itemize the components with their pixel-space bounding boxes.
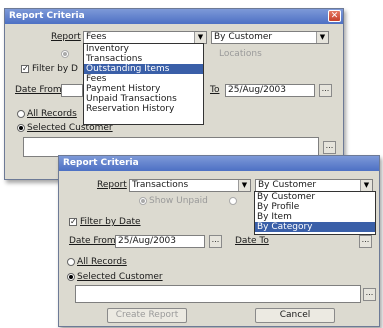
filter-label: Filter by D	[32, 64, 78, 74]
menu-item[interactable]: By Profile	[255, 202, 375, 212]
customer-box[interactable]	[23, 137, 319, 157]
menu-item[interactable]: Payment History	[84, 84, 203, 94]
date-to-label: Date To	[235, 236, 269, 246]
report-type-menu[interactable]: Inventory Transactions Outstanding Items…	[83, 43, 204, 125]
filter-by-date-checkbox[interactable]: ✓	[69, 218, 77, 226]
selected-customer-radio[interactable]	[67, 273, 75, 281]
all-records-label: All Records	[77, 257, 127, 267]
menu-item[interactable]: Transactions	[84, 54, 203, 64]
report-label: Report	[51, 32, 81, 42]
close-icon[interactable]: ✕	[328, 10, 341, 22]
hidden-option-label: Locations	[219, 49, 262, 59]
customer-box[interactable]	[75, 285, 361, 303]
menu-item[interactable]: Reservation History	[84, 104, 203, 114]
sort-select[interactable]: By Customer ▼	[211, 31, 329, 44]
summary-label: Show Unpaid	[149, 196, 208, 206]
title-bar: Report Criteria	[59, 156, 379, 171]
menu-item-selected[interactable]: Outstanding Items	[84, 64, 203, 74]
summary-radio	[61, 50, 69, 58]
report-label: Report	[97, 180, 127, 190]
date-to-picker-button[interactable]: ...	[359, 235, 372, 248]
dialog-title: Report Criteria	[9, 11, 85, 21]
customer-picker-button[interactable]: ...	[323, 141, 336, 154]
menu-item[interactable]: By Customer	[255, 192, 375, 202]
to-label: To	[210, 85, 220, 95]
date-from-label: Date From	[15, 85, 62, 95]
menu-item[interactable]: Inventory	[84, 44, 203, 54]
report-criteria-dialog-front: Report Criteria Report Transactions ▼ By…	[58, 155, 380, 327]
date-from-field[interactable]: 25/Aug/2003	[115, 235, 205, 248]
selected-customer-label: Selected Customer	[77, 272, 163, 282]
detail-radio	[229, 197, 237, 205]
chevron-down-icon[interactable]: ▼	[316, 32, 328, 43]
date-to-field[interactable]: 25/Aug/2003	[225, 84, 315, 97]
date-from-label: Date From	[69, 236, 116, 246]
chevron-down-icon[interactable]: ▼	[360, 180, 372, 191]
date-from-field[interactable]	[61, 84, 83, 97]
menu-item[interactable]: By Item	[255, 212, 375, 222]
chevron-down-icon[interactable]: ▼	[238, 180, 250, 191]
summary-radio	[139, 197, 147, 205]
date-picker-button[interactable]: ...	[209, 235, 222, 248]
filter-label: Filter by Date	[80, 217, 141, 227]
all-records-radio[interactable]	[67, 258, 75, 266]
customer-picker-button[interactable]: ...	[363, 288, 376, 301]
title-bar: Report Criteria ✕	[5, 9, 343, 24]
create-report-button[interactable]: Create Report	[107, 308, 187, 323]
menu-item[interactable]: Fees	[84, 74, 203, 84]
selected-customer-radio[interactable]	[17, 124, 25, 132]
report-select[interactable]: Transactions ▼	[129, 179, 251, 192]
cancel-button[interactable]: Cancel	[255, 308, 335, 323]
sort-menu[interactable]: By Customer By Profile By Item By Catego…	[254, 191, 376, 235]
dialog-title: Report Criteria	[63, 158, 139, 168]
chevron-down-icon[interactable]: ▼	[194, 32, 206, 43]
date-picker-button[interactable]: ...	[319, 84, 332, 97]
menu-item[interactable]: Unpaid Transactions	[84, 94, 203, 104]
all-records-label: All Records	[27, 109, 77, 119]
menu-item-selected[interactable]: By Category	[255, 222, 375, 232]
all-records-radio[interactable]	[17, 110, 25, 118]
filter-by-date-checkbox[interactable]: ✓	[21, 65, 29, 73]
